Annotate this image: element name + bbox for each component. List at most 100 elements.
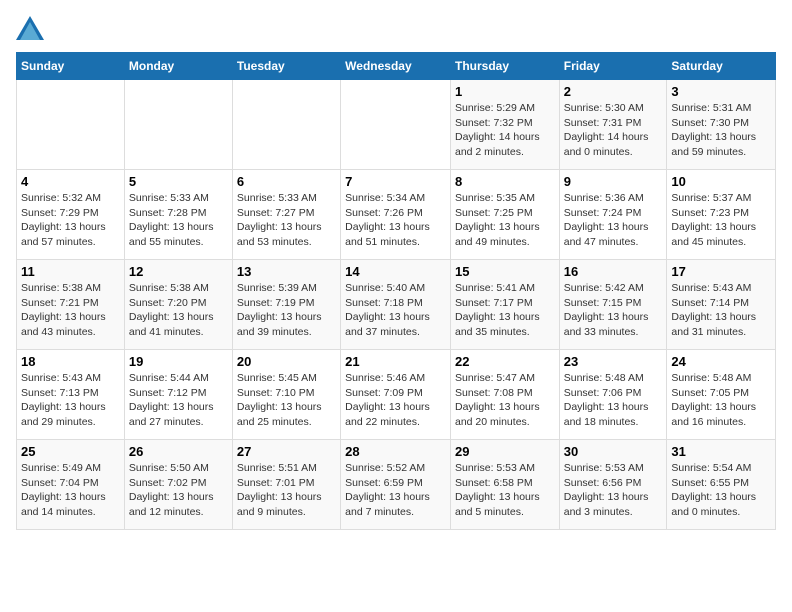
- day-info: Sunrise: 5:31 AM Sunset: 7:30 PM Dayligh…: [671, 101, 771, 160]
- day-number: 25: [21, 444, 120, 459]
- day-info: Sunrise: 5:38 AM Sunset: 7:21 PM Dayligh…: [21, 281, 120, 340]
- calendar-cell: 20 Sunrise: 5:45 AM Sunset: 7:10 PM Dayli…: [232, 350, 340, 440]
- day-info: Sunrise: 5:50 AM Sunset: 7:02 PM Dayligh…: [129, 461, 228, 520]
- day-number: 23: [564, 354, 663, 369]
- day-info: Sunrise: 5:49 AM Sunset: 7:04 PM Dayligh…: [21, 461, 120, 520]
- calendar-cell: 30 Sunrise: 5:53 AM Sunset: 6:56 PM Dayli…: [559, 440, 667, 530]
- calendar-header: SundayMondayTuesdayWednesdayThursdayFrid…: [17, 53, 776, 80]
- calendar-cell: 17 Sunrise: 5:43 AM Sunset: 7:14 PM Dayli…: [667, 260, 776, 350]
- day-info: Sunrise: 5:29 AM Sunset: 7:32 PM Dayligh…: [455, 101, 555, 160]
- calendar-cell: 14 Sunrise: 5:40 AM Sunset: 7:18 PM Dayli…: [341, 260, 451, 350]
- day-number: 13: [237, 264, 336, 279]
- day-info: Sunrise: 5:48 AM Sunset: 7:05 PM Dayligh…: [671, 371, 771, 430]
- day-info: Sunrise: 5:38 AM Sunset: 7:20 PM Dayligh…: [129, 281, 228, 340]
- header-day-saturday: Saturday: [667, 53, 776, 80]
- day-info: Sunrise: 5:45 AM Sunset: 7:10 PM Dayligh…: [237, 371, 336, 430]
- calendar-cell: 3 Sunrise: 5:31 AM Sunset: 7:30 PM Daylig…: [667, 80, 776, 170]
- day-number: 14: [345, 264, 446, 279]
- day-info: Sunrise: 5:54 AM Sunset: 6:55 PM Dayligh…: [671, 461, 771, 520]
- header-row: SundayMondayTuesdayWednesdayThursdayFrid…: [17, 53, 776, 80]
- week-row-4: 25 Sunrise: 5:49 AM Sunset: 7:04 PM Dayli…: [17, 440, 776, 530]
- day-number: 21: [345, 354, 446, 369]
- day-number: 19: [129, 354, 228, 369]
- header-day-monday: Monday: [124, 53, 232, 80]
- day-info: Sunrise: 5:47 AM Sunset: 7:08 PM Dayligh…: [455, 371, 555, 430]
- calendar-cell: 18 Sunrise: 5:43 AM Sunset: 7:13 PM Dayli…: [17, 350, 125, 440]
- calendar-body: 1 Sunrise: 5:29 AM Sunset: 7:32 PM Daylig…: [17, 80, 776, 530]
- calendar-cell: 19 Sunrise: 5:44 AM Sunset: 7:12 PM Dayli…: [124, 350, 232, 440]
- day-info: Sunrise: 5:53 AM Sunset: 6:58 PM Dayligh…: [455, 461, 555, 520]
- day-info: Sunrise: 5:34 AM Sunset: 7:26 PM Dayligh…: [345, 191, 446, 250]
- day-info: Sunrise: 5:32 AM Sunset: 7:29 PM Dayligh…: [21, 191, 120, 250]
- calendar-cell: [341, 80, 451, 170]
- day-number: 3: [671, 84, 771, 99]
- day-number: 9: [564, 174, 663, 189]
- day-number: 12: [129, 264, 228, 279]
- calendar-cell: 16 Sunrise: 5:42 AM Sunset: 7:15 PM Dayli…: [559, 260, 667, 350]
- calendar-table: SundayMondayTuesdayWednesdayThursdayFrid…: [16, 52, 776, 530]
- calendar-cell: 15 Sunrise: 5:41 AM Sunset: 7:17 PM Dayli…: [450, 260, 559, 350]
- day-info: Sunrise: 5:36 AM Sunset: 7:24 PM Dayligh…: [564, 191, 663, 250]
- week-row-3: 18 Sunrise: 5:43 AM Sunset: 7:13 PM Dayli…: [17, 350, 776, 440]
- day-number: 11: [21, 264, 120, 279]
- calendar-cell: [232, 80, 340, 170]
- day-number: 1: [455, 84, 555, 99]
- calendar-cell: 25 Sunrise: 5:49 AM Sunset: 7:04 PM Dayli…: [17, 440, 125, 530]
- day-info: Sunrise: 5:30 AM Sunset: 7:31 PM Dayligh…: [564, 101, 663, 160]
- header-day-tuesday: Tuesday: [232, 53, 340, 80]
- day-info: Sunrise: 5:40 AM Sunset: 7:18 PM Dayligh…: [345, 281, 446, 340]
- calendar-cell: 23 Sunrise: 5:48 AM Sunset: 7:06 PM Dayli…: [559, 350, 667, 440]
- day-info: Sunrise: 5:51 AM Sunset: 7:01 PM Dayligh…: [237, 461, 336, 520]
- day-number: 15: [455, 264, 555, 279]
- calendar-cell: 31 Sunrise: 5:54 AM Sunset: 6:55 PM Dayli…: [667, 440, 776, 530]
- calendar-cell: 6 Sunrise: 5:33 AM Sunset: 7:27 PM Daylig…: [232, 170, 340, 260]
- day-info: Sunrise: 5:43 AM Sunset: 7:13 PM Dayligh…: [21, 371, 120, 430]
- day-number: 8: [455, 174, 555, 189]
- day-info: Sunrise: 5:35 AM Sunset: 7:25 PM Dayligh…: [455, 191, 555, 250]
- calendar-cell: 13 Sunrise: 5:39 AM Sunset: 7:19 PM Dayli…: [232, 260, 340, 350]
- calendar-cell: 27Sunrise: 5:51 AM Sunset: 7:01 PM Dayli…: [232, 440, 340, 530]
- day-info: Sunrise: 5:39 AM Sunset: 7:19 PM Dayligh…: [237, 281, 336, 340]
- day-number: 18: [21, 354, 120, 369]
- day-number: 16: [564, 264, 663, 279]
- day-number: 6: [237, 174, 336, 189]
- calendar-cell: 7 Sunrise: 5:34 AM Sunset: 7:26 PM Daylig…: [341, 170, 451, 260]
- day-number: 30: [564, 444, 663, 459]
- header-day-thursday: Thursday: [450, 53, 559, 80]
- logo-icon: [16, 16, 44, 40]
- day-number: 24: [671, 354, 771, 369]
- day-number: 17: [671, 264, 771, 279]
- calendar-cell: 5Sunrise: 5:33 AM Sunset: 7:28 PM Daylig…: [124, 170, 232, 260]
- header-day-wednesday: Wednesday: [341, 53, 451, 80]
- day-info: Sunrise: 5:48 AM Sunset: 7:06 PM Dayligh…: [564, 371, 663, 430]
- day-number: 2: [564, 84, 663, 99]
- day-number: 28: [345, 444, 446, 459]
- week-row-1: 4 Sunrise: 5:32 AM Sunset: 7:29 PM Daylig…: [17, 170, 776, 260]
- calendar-cell: 26Sunrise: 5:50 AM Sunset: 7:02 PM Dayli…: [124, 440, 232, 530]
- day-info: Sunrise: 5:42 AM Sunset: 7:15 PM Dayligh…: [564, 281, 663, 340]
- day-number: 7: [345, 174, 446, 189]
- calendar-cell: 9 Sunrise: 5:36 AM Sunset: 7:24 PM Daylig…: [559, 170, 667, 260]
- day-info: Sunrise: 5:46 AM Sunset: 7:09 PM Dayligh…: [345, 371, 446, 430]
- calendar-cell: 8 Sunrise: 5:35 AM Sunset: 7:25 PM Daylig…: [450, 170, 559, 260]
- day-info: Sunrise: 5:43 AM Sunset: 7:14 PM Dayligh…: [671, 281, 771, 340]
- day-info: Sunrise: 5:33 AM Sunset: 7:27 PM Dayligh…: [237, 191, 336, 250]
- day-number: 4: [21, 174, 120, 189]
- calendar-cell: 1 Sunrise: 5:29 AM Sunset: 7:32 PM Daylig…: [450, 80, 559, 170]
- day-info: Sunrise: 5:53 AM Sunset: 6:56 PM Dayligh…: [564, 461, 663, 520]
- day-number: 22: [455, 354, 555, 369]
- week-row-0: 1 Sunrise: 5:29 AM Sunset: 7:32 PM Daylig…: [17, 80, 776, 170]
- calendar-cell: 24 Sunrise: 5:48 AM Sunset: 7:05 PM Dayli…: [667, 350, 776, 440]
- calendar-cell: 21 Sunrise: 5:46 AM Sunset: 7:09 PM Dayli…: [341, 350, 451, 440]
- week-row-2: 11 Sunrise: 5:38 AM Sunset: 7:21 PM Dayli…: [17, 260, 776, 350]
- day-number: 20: [237, 354, 336, 369]
- calendar-cell: 29Sunrise: 5:53 AM Sunset: 6:58 PM Dayli…: [450, 440, 559, 530]
- calendar-cell: 10Sunrise: 5:37 AM Sunset: 7:23 PM Dayli…: [667, 170, 776, 260]
- header-day-friday: Friday: [559, 53, 667, 80]
- day-info: Sunrise: 5:44 AM Sunset: 7:12 PM Dayligh…: [129, 371, 228, 430]
- calendar-cell: 2 Sunrise: 5:30 AM Sunset: 7:31 PM Daylig…: [559, 80, 667, 170]
- day-info: Sunrise: 5:41 AM Sunset: 7:17 PM Dayligh…: [455, 281, 555, 340]
- calendar-cell: 28Sunrise: 5:52 AM Sunset: 6:59 PM Dayli…: [341, 440, 451, 530]
- day-number: 31: [671, 444, 771, 459]
- calendar-cell: 4 Sunrise: 5:32 AM Sunset: 7:29 PM Daylig…: [17, 170, 125, 260]
